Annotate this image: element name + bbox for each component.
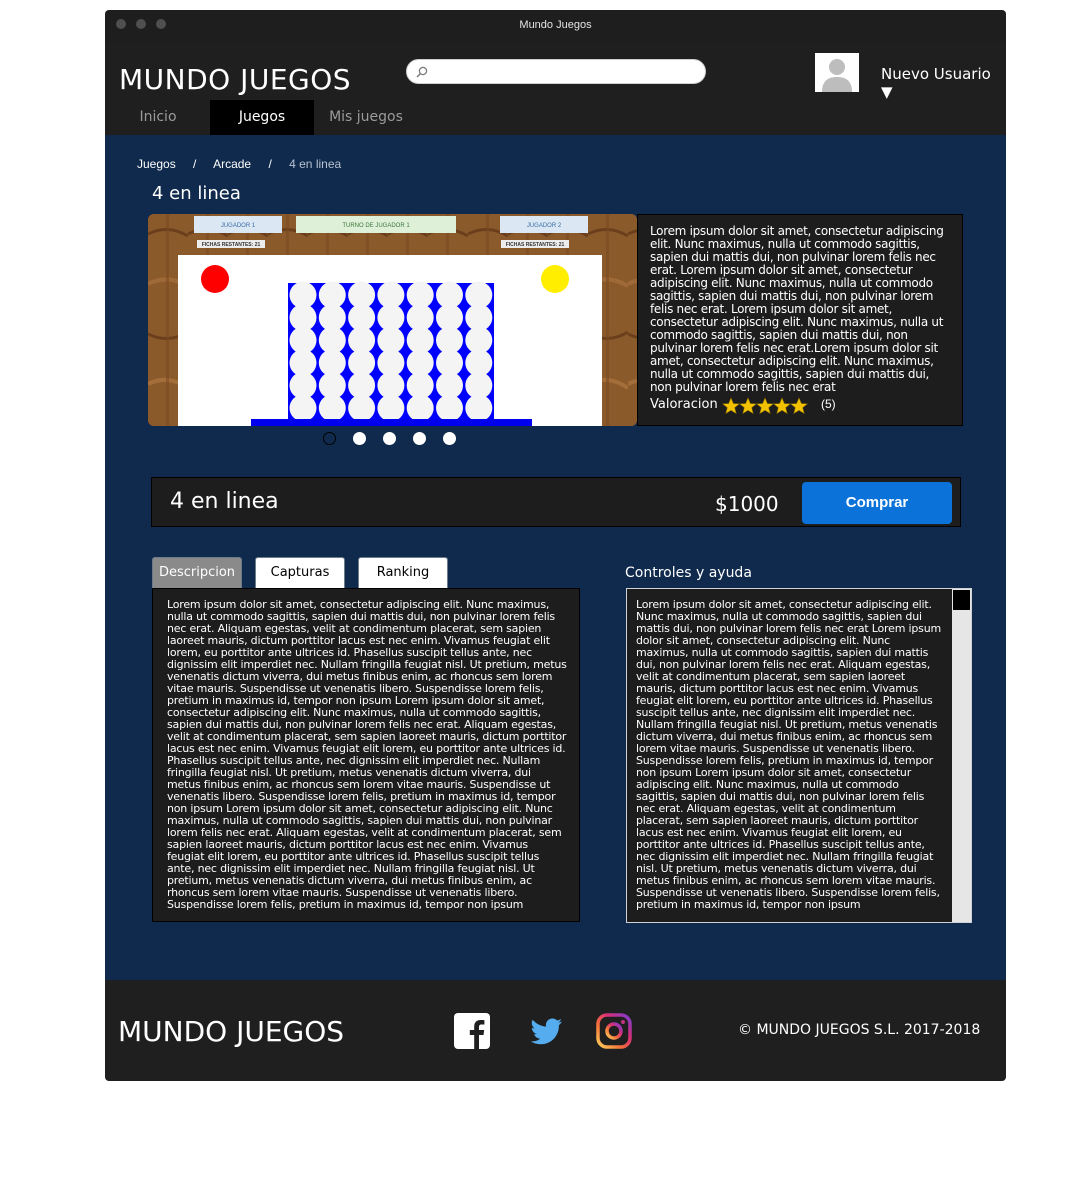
nav-item-inicio[interactable]: Inicio: [106, 100, 210, 135]
breadcrumb: Juegos / Arcade / 4 en linea: [137, 157, 355, 171]
pieces-left-2: FICHAS RESTANTES: 21: [506, 242, 565, 248]
connect-four-board-image: JUGADOR 1 TURNO DE JUGADOR 1 JUGADOR 2 F…: [148, 214, 637, 426]
game-summary: Lorem ipsum dolor sit amet, consectetur …: [637, 214, 963, 426]
breadcrumb-juegos[interactable]: Juegos: [137, 157, 176, 171]
carousel-dot-4[interactable]: [413, 432, 426, 445]
carousel-dot-5[interactable]: [443, 432, 456, 445]
board-hole: [465, 394, 493, 422]
search-input[interactable]: [433, 62, 697, 82]
breadcrumb-separator: /: [193, 157, 197, 171]
site-header: MUNDO JUEGOS Nuevo Usuario ▼ Inicio Jueg…: [105, 43, 1006, 135]
help-panel: Lorem ipsum dolor sit amet, consectetur …: [626, 588, 972, 923]
help-title: Controles y ayuda: [625, 565, 752, 581]
pieces-left-1: FICHAS RESTANTES: 21: [202, 242, 261, 248]
user-menu[interactable]: Nuevo Usuario ▼: [881, 65, 1006, 101]
star-icon: [773, 397, 791, 415]
nav-item-juegos[interactable]: Juegos: [210, 100, 314, 135]
main-nav: Inicio Juegos Mis juegos: [105, 100, 1006, 135]
player-1-label: JUGADOR 1: [221, 223, 256, 229]
board-hole: [436, 394, 463, 422]
help-text: Lorem ipsum dolor sit amet, consectetur …: [636, 598, 941, 911]
twitter-icon[interactable]: [528, 1013, 564, 1049]
star-icon: [756, 397, 774, 415]
game-title: 4 en linea: [152, 183, 241, 204]
rating-stars: [722, 397, 808, 415]
purchase-game-title: 4 en linea: [170, 489, 279, 514]
footer-logo[interactable]: MUNDO JUEGOS: [118, 1015, 344, 1048]
game-screenshot[interactable]: JUGADOR 1 TURNO DE JUGADOR 1 JUGADOR 2 F…: [148, 214, 637, 426]
site-logo[interactable]: MUNDO JUEGOS: [119, 63, 351, 96]
facebook-icon[interactable]: [454, 1013, 490, 1049]
board-hole: [377, 394, 405, 422]
star-icon: [722, 397, 740, 415]
breadcrumb-separator: /: [268, 157, 272, 171]
breadcrumb-current: 4 en linea: [289, 157, 342, 171]
buy-button[interactable]: Comprar: [802, 482, 952, 524]
user-avatar-icon: [815, 53, 859, 92]
main-content: Juegos / Arcade / 4 en linea 4 en linea: [105, 135, 1006, 980]
game-summary-text: Lorem ipsum dolor sit amet, consectetur …: [650, 224, 944, 394]
purchase-bar: 4 en linea $1000 Comprar: [151, 477, 961, 527]
breadcrumb-arcade[interactable]: Arcade: [213, 157, 251, 171]
board-hole: [348, 394, 376, 422]
star-icon: [790, 397, 808, 415]
title-bar: Mundo Juegos: [105, 10, 1006, 43]
rating-label: Valoracion: [650, 397, 718, 412]
price: $1000: [715, 492, 779, 516]
tab-capturas[interactable]: Capturas: [255, 557, 345, 588]
turn-label: TURNO DE JUGADOR 1: [342, 223, 410, 229]
tab-ranking[interactable]: Ranking: [358, 557, 448, 588]
search-box[interactable]: [406, 59, 706, 84]
carousel-dot-2[interactable]: [353, 432, 366, 445]
instagram-icon[interactable]: [596, 1013, 632, 1049]
rating-count: (5): [821, 397, 836, 411]
player-2-label: JUGADOR 2: [527, 223, 562, 229]
copyright: © MUNDO JUEGOS S.L. 2017-2018: [738, 1022, 981, 1038]
tab-panel: Lorem ipsum dolor sit amet, consectetur …: [152, 588, 580, 922]
board-hole: [406, 394, 434, 422]
scroll-thumb[interactable]: [953, 590, 970, 610]
avatar[interactable]: [815, 53, 859, 92]
browser-window: Mundo Juegos MUNDO JUEGOS Nuevo Usuario …: [105, 10, 1006, 1081]
tab-descripcion[interactable]: Descripcion: [152, 557, 242, 588]
help-scrollbar[interactable]: [952, 589, 971, 922]
site-footer: MUNDO JUEGOS © MUNDO JUEGOS S.L. 2017-20…: [105, 980, 1006, 1081]
board-hole: [289, 394, 317, 422]
board-hole: [318, 394, 346, 422]
carousel-dot-1[interactable]: [323, 432, 336, 445]
nav-item-mis-juegos[interactable]: Mis juegos: [314, 100, 418, 135]
tab-panel-text: Lorem ipsum dolor sit amet, consectetur …: [167, 598, 567, 911]
window-title: Mundo Juegos: [519, 19, 592, 31]
carousel-dot-3[interactable]: [383, 432, 396, 445]
search-icon: [416, 66, 428, 78]
star-icon: [739, 397, 757, 415]
